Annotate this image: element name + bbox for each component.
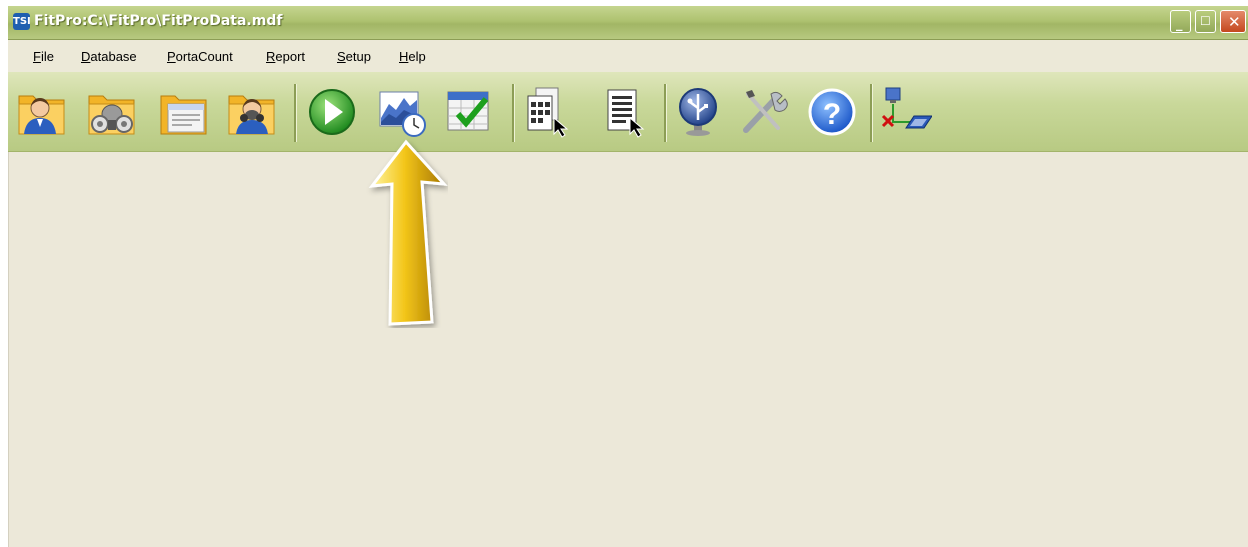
toolbar-separator (870, 84, 873, 142)
arrow-icon (368, 139, 448, 326)
menu-setup[interactable]: Setup (337, 49, 371, 64)
respirator-folder-button[interactable] (86, 82, 138, 138)
tools-icon (743, 90, 788, 133)
menu-database[interactable]: Database (81, 49, 137, 64)
main-content-area (8, 152, 1248, 547)
real-time-chart-button[interactable] (376, 82, 428, 138)
menu-portacount[interactable]: PortaCount (167, 49, 233, 64)
chart-clock-icon (379, 91, 426, 137)
close-button[interactable]: ✕ (1220, 10, 1246, 33)
respirator-folder-icon (88, 95, 135, 135)
toolbar: ? (8, 72, 1248, 152)
report-cursor-icon (527, 87, 569, 138)
help-button[interactable]: ? (806, 82, 858, 138)
document-folder-icon (160, 95, 207, 135)
menu-label: ile (40, 49, 54, 64)
mnemonic: H (399, 49, 409, 64)
fit-test-schedule-button[interactable] (444, 82, 496, 138)
play-icon (309, 89, 355, 135)
mnemonic: D (81, 49, 91, 64)
toolbar-separator (512, 84, 515, 142)
person-respirator-folder-icon (228, 95, 275, 135)
people-folder-icon (18, 95, 65, 135)
menu-bar: File Database PortaCount Report Setup He… (8, 40, 1248, 72)
help-icon: ? (808, 88, 856, 136)
mnemonic: F (33, 49, 41, 64)
title-bar[interactable]: TSI FitPro:C:\FitPro\FitProData.mdf _ ☐ … (8, 6, 1248, 40)
report-cursor-icon (607, 89, 645, 138)
mnemonic: S (337, 49, 346, 64)
mnemonic: R (266, 49, 276, 64)
menu-file[interactable]: File (33, 49, 54, 64)
people-folder-button[interactable] (16, 82, 68, 138)
toolbar-separator (664, 84, 667, 142)
menu-label: eport (275, 49, 306, 64)
portacount-disconnected-button[interactable] (880, 82, 933, 138)
menu-report[interactable]: Report (266, 49, 305, 64)
report-select-button-1[interactable] (522, 82, 574, 138)
window-title: FitPro:C:\FitPro\FitProData.mdf (34, 13, 283, 29)
usb-icon (679, 88, 717, 136)
calendar-check-icon (447, 91, 489, 131)
report-select-button-2[interactable] (598, 82, 650, 138)
menu-label: atabase (90, 49, 137, 64)
maximize-button[interactable]: ☐ (1195, 10, 1216, 33)
start-button[interactable] (306, 82, 358, 138)
menu-label: elp (408, 49, 426, 64)
usb-connect-button[interactable] (672, 82, 724, 138)
mnemonic: P (167, 49, 176, 64)
toolbar-separator (294, 84, 297, 142)
menu-label: etup (345, 49, 371, 64)
application-window: TSI FitPro:C:\FitPro\FitProData.mdf _ ☐ … (8, 6, 1248, 547)
menu-label: ortaCount (175, 49, 233, 64)
tsi-app-icon: TSI (13, 13, 31, 30)
menu-help[interactable]: Help (399, 49, 426, 64)
network-disconnected-icon (881, 87, 933, 129)
minimize-button[interactable]: _ (1170, 10, 1191, 33)
svg-text:?: ? (823, 98, 841, 131)
document-folder-button[interactable] (158, 82, 210, 138)
person-respirator-folder-button[interactable] (226, 82, 278, 138)
setup-tools-button[interactable] (738, 82, 790, 138)
